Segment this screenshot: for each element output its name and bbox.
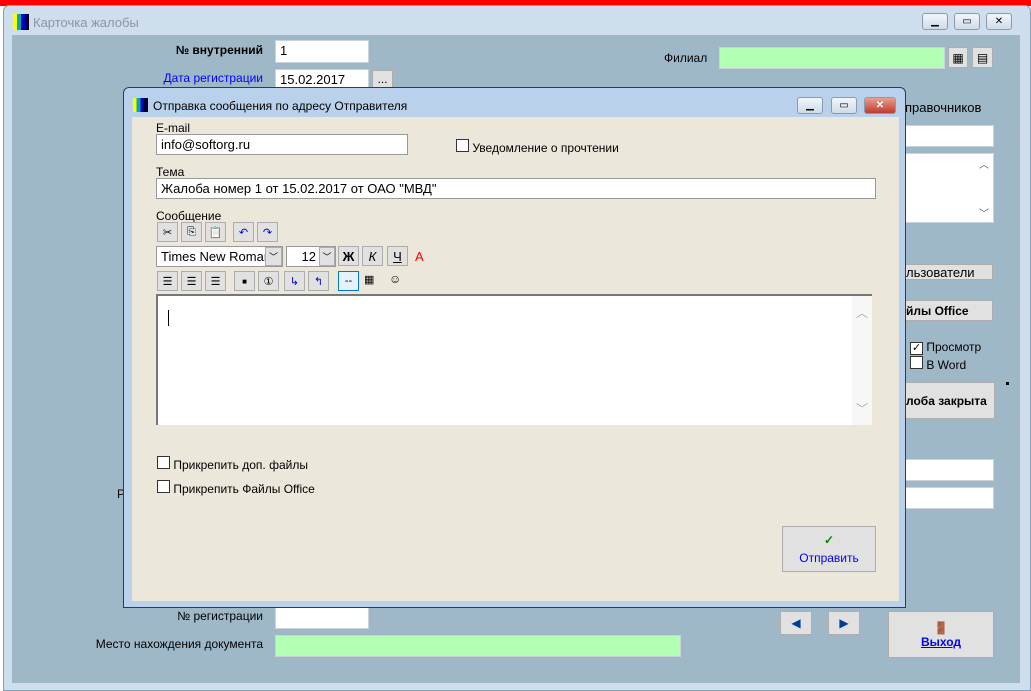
subject-label: Тема	[156, 165, 185, 179]
scroll-up-icon[interactable]: ︿	[979, 156, 989, 171]
dialog-title: Отправка сообщения по адресу Отправителя	[153, 99, 408, 113]
italic-button[interactable]: К	[362, 246, 383, 266]
paste-icon[interactable]: 📋	[205, 222, 226, 242]
dialog-close-button[interactable]: ✕	[864, 97, 896, 114]
attach-office-checkbox[interactable]: Прикрепить Файлы Office	[157, 480, 315, 496]
redo-icon[interactable]: ↷	[257, 222, 278, 242]
underline-button[interactable]: Ч	[387, 246, 408, 266]
email-input[interactable]: info@softorg.ru	[156, 134, 408, 155]
font-name-value: Times New Roman	[161, 249, 272, 264]
checkbox-icon[interactable]	[456, 139, 469, 152]
close-button[interactable]: ✕	[986, 13, 1012, 30]
numbered-list-icon[interactable]: ①	[258, 271, 279, 291]
checkbox-checked-icon[interactable]: ✓	[910, 342, 923, 355]
dialog-maximize-button[interactable]: ▭	[831, 97, 857, 114]
subject-input[interactable]: Жалоба номер 1 от 15.02.2017 от ОАО "МВД…	[156, 178, 876, 199]
preview-checkbox[interactable]: ✓ Просмотр	[910, 340, 981, 355]
send-label: Отправить	[799, 551, 859, 565]
minimize-button[interactable]: ▁	[922, 13, 948, 30]
word-checkbox[interactable]: В Word	[910, 356, 966, 372]
chevron-down-icon[interactable]: ﹀	[265, 247, 282, 266]
reg-no-label: № регистрации	[177, 609, 263, 623]
app-books-icon	[13, 14, 29, 30]
font-size-select[interactable]: 12 ﹀	[286, 246, 336, 267]
right-listbox[interactable]: ︿ ﹀	[905, 153, 994, 223]
checkbox-icon[interactable]	[157, 480, 170, 493]
bullet-list-icon[interactable]: ■	[234, 271, 255, 291]
preview-label: Просмотр	[926, 340, 982, 354]
bold-button[interactable]: Ж	[338, 246, 359, 266]
users-button[interactable]: льзователи	[905, 264, 993, 280]
right-input-2[interactable]	[905, 459, 994, 481]
reg-date-link[interactable]: Дата регистрации	[150, 71, 263, 85]
location-input[interactable]	[275, 635, 681, 657]
right-input-3[interactable]	[905, 487, 994, 509]
read-receipt-label: Уведомление о прочтении	[472, 141, 619, 155]
message-label: Сообщение	[156, 209, 222, 223]
branch-select-icon[interactable]: ▦	[948, 47, 968, 68]
attach-files-checkbox[interactable]: Прикрепить доп. файлы	[157, 456, 308, 472]
checkmark-icon: ✓	[823, 533, 835, 547]
branch-label: Филиал	[664, 51, 708, 65]
font-name-select[interactable]: Times New Roman ﹀	[156, 246, 283, 267]
dot-marker	[1006, 382, 1009, 385]
dialog-books-icon	[133, 98, 148, 112]
internal-no-input[interactable]: 1	[275, 40, 369, 63]
next-record-button[interactable]: ▶	[828, 611, 860, 635]
attach-office-label: Прикрепить Файлы Office	[173, 482, 315, 496]
read-receipt-checkbox[interactable]: Уведомление о прочтении	[456, 139, 619, 155]
send-message-dialog: Отправка сообщения по адресу Отправителя…	[123, 87, 906, 608]
undo-icon[interactable]: ↶	[233, 222, 254, 242]
right-input-1[interactable]	[905, 125, 994, 147]
align-left-icon[interactable]: ☰	[157, 271, 178, 291]
align-center-icon[interactable]: ☰	[181, 271, 202, 291]
attach-files-label: Прикрепить доп. файлы	[173, 458, 308, 472]
chevron-down-icon[interactable]: ﹀	[319, 247, 335, 266]
checkbox-icon[interactable]	[910, 356, 923, 369]
insert-table-icon[interactable]: ▦	[364, 273, 374, 286]
main-window-title: Карточка жалобы	[33, 15, 139, 30]
outdent-icon[interactable]: ↰	[308, 271, 329, 291]
send-button[interactable]: ✓ Отправить	[782, 526, 876, 572]
message-editor[interactable]: ︿ ﹀	[156, 294, 872, 425]
reg-no-input[interactable]	[275, 607, 369, 629]
font-size-value: 12	[301, 249, 316, 264]
align-right-icon[interactable]: ☰	[205, 271, 226, 291]
scroll-down-icon[interactable]: ﹀	[979, 205, 989, 220]
indent-icon[interactable]: ↳	[284, 271, 305, 291]
word-label: В Word	[926, 358, 967, 372]
smiley-icon[interactable]: ☺	[389, 272, 401, 286]
internal-no-label: № внутренний	[175, 43, 263, 57]
exit-door-icon: 🚪	[933, 620, 949, 635]
dialog-minimize-button[interactable]: ▁	[797, 97, 823, 114]
scroll-up-icon[interactable]: ︿	[856, 304, 868, 321]
exit-label: Выход	[920, 634, 962, 649]
horizontal-line-button[interactable]: --	[338, 271, 359, 291]
text-color-button[interactable]: A	[415, 249, 424, 264]
date-picker-button[interactable]: ...	[372, 70, 393, 88]
editor-scrollbar[interactable]: ︿ ﹀	[852, 296, 872, 425]
text-cursor	[168, 310, 169, 326]
maximize-button[interactable]: ▭	[954, 13, 980, 30]
checkbox-icon[interactable]	[157, 456, 170, 469]
branch-input[interactable]	[719, 47, 945, 69]
cut-icon[interactable]: ✂	[157, 222, 178, 242]
complaint-closed-button[interactable]: лоба закрыта	[905, 382, 995, 419]
dictionaries-label: правочников	[905, 100, 982, 115]
dialog-content: E-mail info@softorg.ru Уведомление о про…	[132, 117, 899, 601]
location-label: Место нахождения документа	[95, 637, 263, 651]
exit-button[interactable]: 🚪 Выход	[888, 611, 994, 658]
email-label: E-mail	[156, 121, 191, 135]
scroll-down-icon[interactable]: ﹀	[856, 400, 868, 417]
copy-icon[interactable]: ⎘	[181, 222, 202, 242]
table-icon[interactable]: ▤	[972, 47, 993, 68]
prev-record-button[interactable]: ◀	[780, 611, 812, 635]
office-files-button[interactable]: йлы Office	[905, 300, 993, 321]
